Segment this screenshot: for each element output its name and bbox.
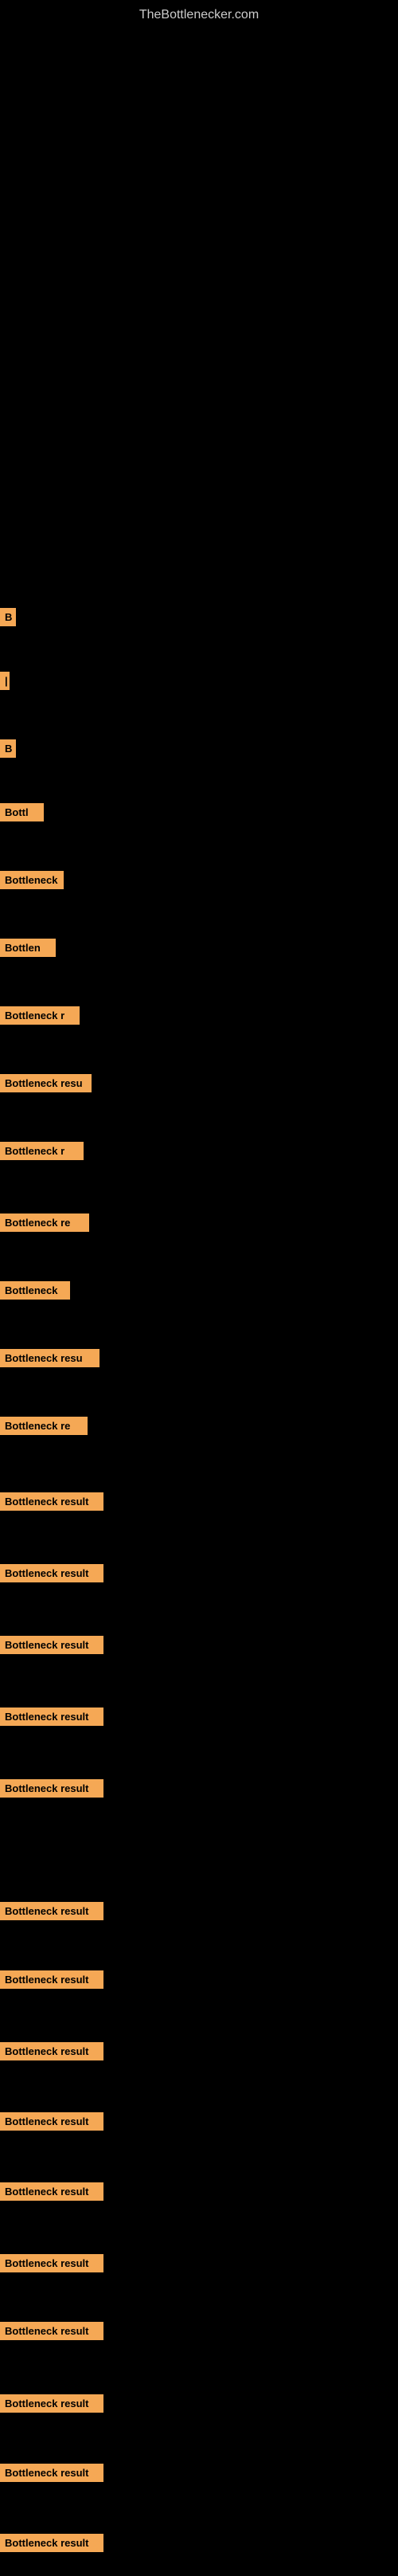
bottleneck-result-item: Bottleneck result bbox=[0, 1492, 103, 1511]
bottleneck-result-item: Bottleneck resu bbox=[0, 1349, 100, 1367]
bottleneck-result-item: | bbox=[0, 672, 10, 690]
site-title: TheBottlenecker.com bbox=[0, 0, 398, 26]
bottleneck-result-item: Bottleneck resu bbox=[0, 1074, 92, 1092]
bottleneck-result-item: B bbox=[0, 739, 16, 758]
bottleneck-result-item: Bottlen bbox=[0, 939, 56, 957]
bottleneck-result-item: Bottleneck result bbox=[0, 1779, 103, 1798]
bottleneck-result-item: Bottleneck r bbox=[0, 1006, 80, 1025]
bottleneck-result-item: Bottleneck result bbox=[0, 1564, 103, 1582]
bottleneck-result-item: Bottleneck result bbox=[0, 2182, 103, 2201]
bottleneck-result-item: Bottleneck result bbox=[0, 1970, 103, 1989]
bottleneck-result-item: B bbox=[0, 608, 16, 626]
bottleneck-result-item: Bottleneck result bbox=[0, 2112, 103, 2131]
bottleneck-result-item: Bottleneck result bbox=[0, 1708, 103, 1726]
bottleneck-result-item: Bottleneck result bbox=[0, 2394, 103, 2413]
content-area: B | B Bottl Bottleneck Bottlen Bottleneck r Bot… bbox=[0, 26, 398, 2576]
bottleneck-result-item: Bottleneck bbox=[0, 1281, 70, 1300]
bottleneck-result-item: Bottleneck re bbox=[0, 1214, 89, 1232]
bottleneck-result-item: Bottleneck result bbox=[0, 2254, 103, 2272]
bottleneck-result-item: Bottleneck re bbox=[0, 1417, 88, 1435]
bottleneck-result-item: Bottleneck result bbox=[0, 2042, 103, 2060]
bottleneck-result-item: Bottleneck result bbox=[0, 1636, 103, 1654]
bottleneck-result-item: Bottl bbox=[0, 803, 44, 821]
bottleneck-result-item: Bottleneck result bbox=[0, 2322, 103, 2340]
bottleneck-result-item: Bottleneck r bbox=[0, 1142, 84, 1160]
bottleneck-result-item: Bottleneck bbox=[0, 871, 64, 889]
bottleneck-result-item: Bottleneck result bbox=[0, 1902, 103, 1920]
bottleneck-result-item: Bottleneck result bbox=[0, 2464, 103, 2482]
